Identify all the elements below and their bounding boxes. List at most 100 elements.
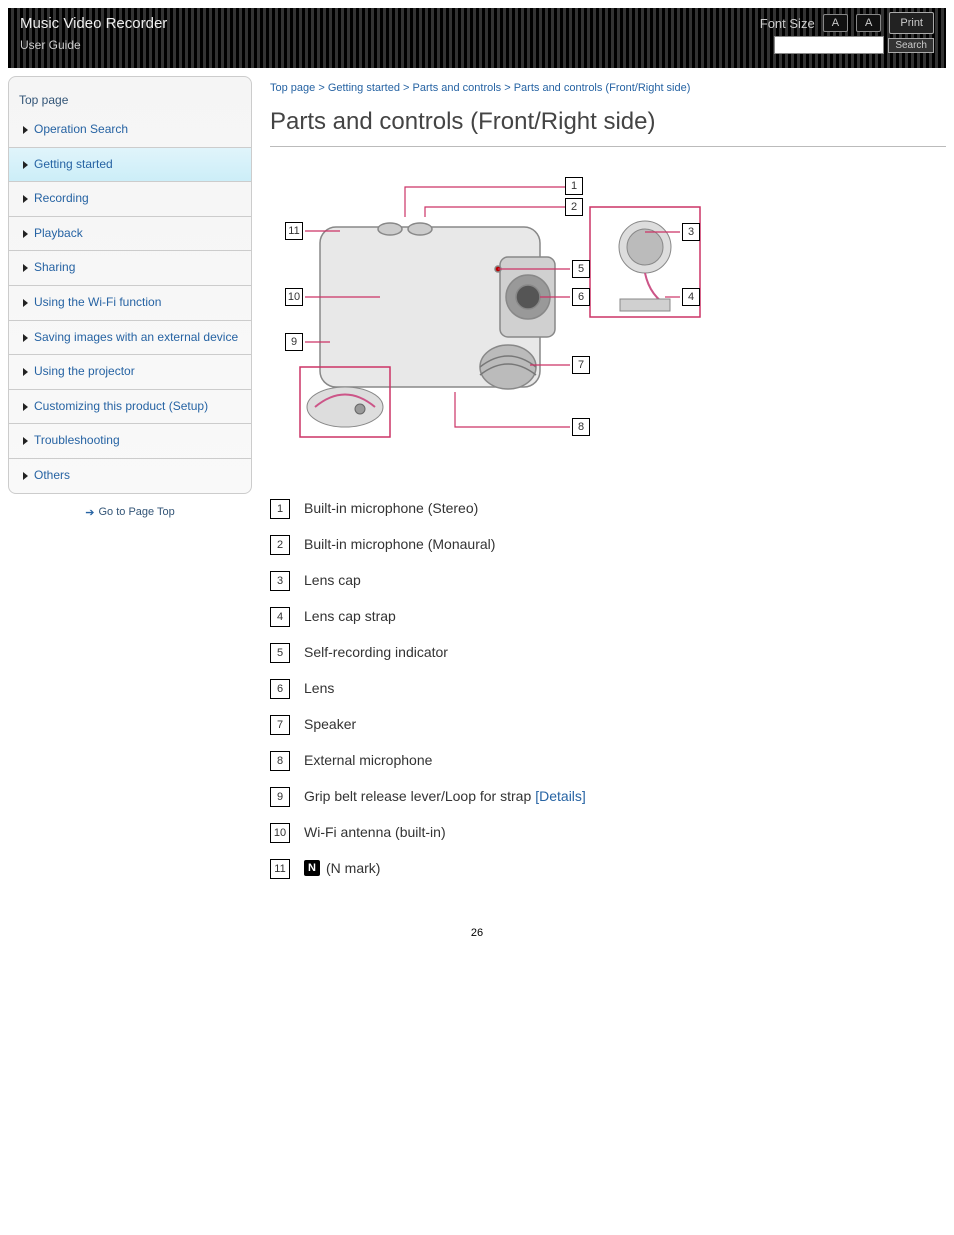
- part-description: Grip belt release lever/Loop for strap […: [304, 787, 586, 804]
- part-row: 2 Built-in microphone (Monaural): [270, 527, 946, 563]
- callout-7: 7: [572, 356, 590, 374]
- breadcrumb-leaf: Parts and controls (Front/Right side): [514, 82, 691, 94]
- callout-2: 2: [565, 198, 583, 216]
- product-title: Music Video Recorder: [20, 15, 167, 32]
- search-button[interactable]: Search: [888, 38, 934, 53]
- sidebar-item-label: Getting started: [34, 157, 113, 173]
- userguide-label: User Guide: [20, 38, 81, 52]
- print-button[interactable]: Print: [889, 12, 934, 34]
- callout-8: 8: [572, 418, 590, 436]
- sidebar: Top page Operation Search Getting starte…: [8, 76, 252, 494]
- chevron-right-icon: [23, 230, 28, 238]
- part-number: 2: [270, 535, 290, 555]
- chevron-right-icon: [23, 334, 28, 342]
- page-number: 26: [0, 927, 954, 939]
- part-number: 1: [270, 499, 290, 519]
- sidebar-item-others[interactable]: Others: [9, 459, 251, 493]
- chevron-right-icon: [23, 161, 28, 169]
- part-row: 3 Lens cap: [270, 563, 946, 599]
- part-description: Built-in microphone (Stereo): [304, 499, 478, 516]
- part-number: 11: [270, 859, 290, 879]
- sidebar-item-label: Operation Search: [34, 122, 128, 138]
- breadcrumb-section[interactable]: Parts and controls: [413, 82, 502, 94]
- camera-illustration-svg: [270, 167, 710, 467]
- part-row: 7 Speaker: [270, 707, 946, 743]
- part-description: External microphone: [304, 751, 432, 768]
- product-figure: 1 2 3 4 5 6 7 8 9 10 11: [270, 167, 710, 467]
- font-size-a-button[interactable]: A: [823, 14, 848, 32]
- breadcrumb: Top page > Getting started > Parts and c…: [270, 82, 946, 94]
- sidebar-col: Top page Operation Search Getting starte…: [8, 76, 252, 887]
- callout-11: 11: [285, 222, 303, 240]
- font-size-aa-button[interactable]: A: [856, 14, 881, 32]
- font-size-label: Font Size: [760, 16, 815, 31]
- part-number: 6: [270, 679, 290, 699]
- sidebar-item-recording[interactable]: Recording: [9, 182, 251, 217]
- part-description: Lens: [304, 679, 334, 696]
- part-description: N (N mark): [304, 859, 380, 876]
- chevron-right-icon: [23, 368, 28, 376]
- go-top-label: Go to Page Top: [98, 506, 174, 518]
- chevron-right-icon: [23, 472, 28, 480]
- breadcrumb-top[interactable]: Top page: [270, 82, 315, 94]
- chevron-right-icon: [23, 264, 28, 272]
- callout-6: 6: [572, 288, 590, 306]
- part-number: 5: [270, 643, 290, 663]
- page-title: Parts and controls (Front/Right side): [270, 108, 946, 136]
- sidebar-top-link[interactable]: Top page: [9, 77, 251, 113]
- chevron-right-icon: [23, 126, 28, 134]
- sidebar-item-label: Recording: [34, 191, 89, 207]
- sidebar-item-wifi[interactable]: Using the Wi-Fi function: [9, 286, 251, 321]
- part-description: Lens cap: [304, 571, 361, 588]
- part-row: 9 Grip belt release lever/Loop for strap…: [270, 779, 946, 815]
- part-description: Speaker: [304, 715, 356, 732]
- sidebar-item-label: Using the Wi-Fi function: [34, 295, 161, 311]
- search-box: Search: [774, 36, 934, 54]
- callout-10: 10: [285, 288, 303, 306]
- chevron-right-icon: [23, 403, 28, 411]
- header-top: Music Video Recorder Font Size A A Print: [20, 12, 934, 34]
- part-number: 7: [270, 715, 290, 735]
- sidebar-item-label: Sharing: [34, 260, 75, 276]
- callout-9: 9: [285, 333, 303, 351]
- search-input[interactable]: [774, 36, 884, 54]
- sidebar-item-troubleshooting[interactable]: Troubleshooting: [9, 424, 251, 459]
- sidebar-item-label: Using the projector: [34, 364, 135, 380]
- chevron-right-icon: [23, 437, 28, 445]
- callout-5: 5: [572, 260, 590, 278]
- sidebar-item-customizing[interactable]: Customizing this product (Setup): [9, 390, 251, 425]
- main-content: Top page > Getting started > Parts and c…: [270, 76, 946, 887]
- sidebar-item-label: Troubleshooting: [34, 433, 120, 449]
- part-number: 9: [270, 787, 290, 807]
- sidebar-item-label: Customizing this product (Setup): [34, 399, 208, 415]
- part-number: 3: [270, 571, 290, 591]
- sidebar-item-operation-search[interactable]: Operation Search: [9, 113, 251, 148]
- sidebar-item-sharing[interactable]: Sharing: [9, 251, 251, 286]
- part-row: 10 Wi-Fi antenna (built-in): [270, 815, 946, 851]
- sidebar-item-label: Others: [34, 468, 70, 484]
- sidebar-item-label: Saving images with an external device: [34, 330, 238, 346]
- sidebar-item-getting-started[interactable]: Getting started: [9, 148, 251, 183]
- part-number: 8: [270, 751, 290, 771]
- part-description: Self-recording indicator: [304, 643, 448, 660]
- sidebar-item-saving-external[interactable]: Saving images with an external device: [9, 321, 251, 356]
- callout-1: 1: [565, 177, 583, 195]
- part-description: Lens cap strap: [304, 607, 396, 624]
- part-description: Built-in microphone (Monaural): [304, 535, 495, 552]
- breadcrumb-section[interactable]: Getting started: [328, 82, 400, 94]
- callout-4: 4: [682, 288, 700, 306]
- part-row: 6 Lens: [270, 671, 946, 707]
- sidebar-item-projector[interactable]: Using the projector: [9, 355, 251, 390]
- go-to-page-top-link[interactable]: ➔ Go to Page Top: [8, 494, 252, 531]
- sidebar-item-playback[interactable]: Playback: [9, 217, 251, 252]
- details-link[interactable]: [Details]: [535, 788, 586, 804]
- part-row: 8 External microphone: [270, 743, 946, 779]
- part-row: 11 N (N mark): [270, 851, 946, 887]
- callout-3: 3: [682, 223, 700, 241]
- part-row: 5 Self-recording indicator: [270, 635, 946, 671]
- divider: [270, 146, 946, 147]
- chevron-right-icon: [23, 195, 28, 203]
- part-number: 10: [270, 823, 290, 843]
- parts-list: 1 Built-in microphone (Stereo) 2 Built-i…: [270, 491, 946, 887]
- layout: Top page Operation Search Getting starte…: [0, 68, 954, 887]
